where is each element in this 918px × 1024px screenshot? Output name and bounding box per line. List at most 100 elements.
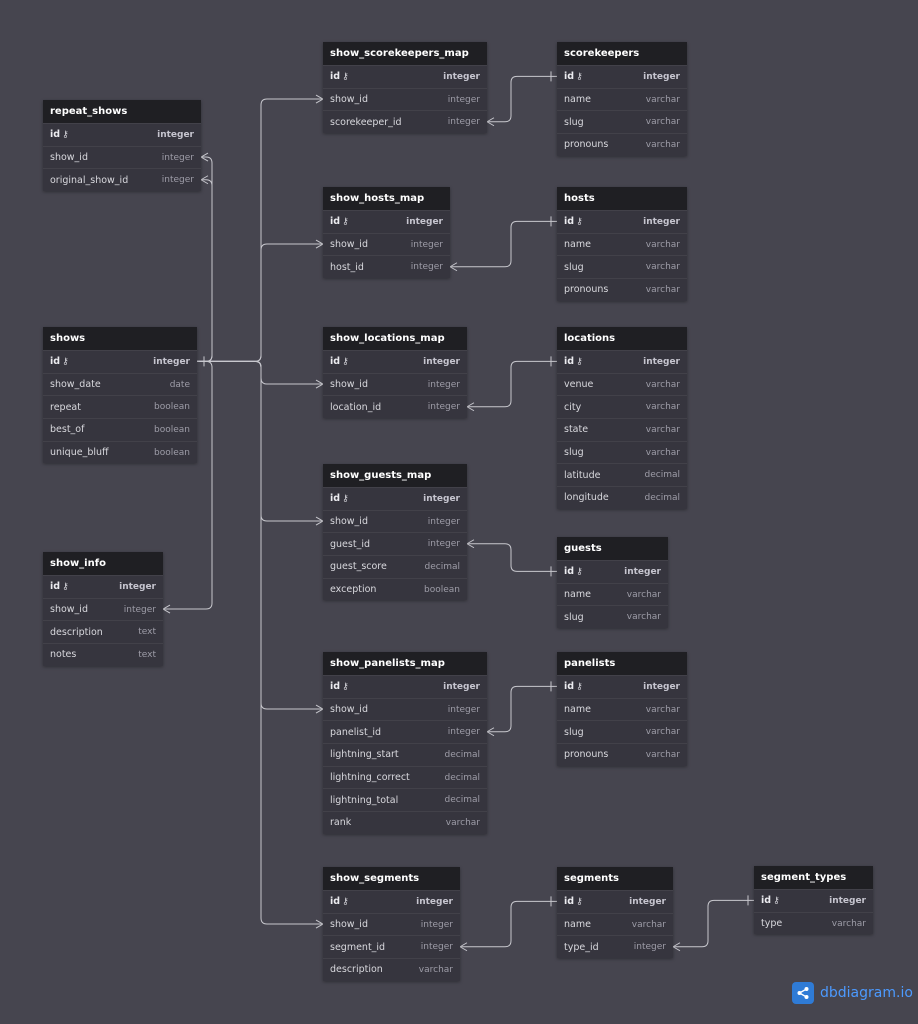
table-header[interactable]: hosts (557, 187, 687, 210)
column-row[interactable]: id ⚷ integer (43, 350, 197, 373)
table-header[interactable]: segment_types (754, 866, 873, 889)
column-row[interactable]: slug varchar (557, 440, 687, 464)
table-show-locations-map[interactable]: show_locations_map id ⚷ integer show_id integ… (323, 327, 467, 419)
column-row[interactable]: id ⚷ integer (557, 890, 673, 913)
column-row[interactable]: description varchar (323, 958, 460, 981)
column-row[interactable]: pronouns varchar (557, 278, 687, 301)
column-row[interactable]: id ⚷ integer (323, 675, 487, 698)
table-header[interactable]: show_segments (323, 867, 460, 890)
column-row[interactable]: longitude decimal (557, 486, 687, 509)
table-shows[interactable]: shows id ⚷ integer show_date date repeat boolea… (43, 327, 197, 464)
column-row[interactable]: repeat boolean (43, 395, 197, 418)
table-locations[interactable]: locations id ⚷ integer venue varchar city varch… (557, 327, 687, 509)
column-row[interactable]: id ⚷ integer (323, 210, 450, 233)
table-header[interactable]: segments (557, 867, 673, 890)
table-scorekeepers[interactable]: scorekeepers id ⚷ integer name varchar slug var… (557, 42, 687, 156)
column-row[interactable]: id ⚷ integer (323, 890, 460, 913)
table-show-hosts-map[interactable]: show_hosts_map id ⚷ integer show_id integer ho… (323, 187, 450, 279)
column-row[interactable]: id ⚷ integer (754, 889, 873, 912)
column-row[interactable]: show_id integer (323, 232, 450, 256)
table-header[interactable]: guests (557, 537, 668, 560)
table-header[interactable]: panelists (557, 652, 687, 675)
table-show-guests-map[interactable]: show_guests_map id ⚷ integer show_id integer g… (323, 464, 467, 601)
column-row[interactable]: host_id integer (323, 255, 450, 278)
table-show-panelists-map[interactable]: show_panelists_map id ⚷ integer show_id integ… (323, 652, 487, 834)
column-row[interactable]: best_of boolean (43, 418, 197, 441)
column-row[interactable]: id ⚷ integer (557, 210, 687, 233)
column-row[interactable]: id ⚷ integer (323, 487, 467, 510)
column-row[interactable]: unique_bluff boolean (43, 440, 197, 464)
table-header[interactable]: show_hosts_map (323, 187, 450, 210)
table-hosts[interactable]: hosts id ⚷ integer name varchar slug varchar pro… (557, 187, 687, 301)
table-segments[interactable]: segments id ⚷ integer name varchar type_id inte… (557, 867, 673, 959)
column-row[interactable]: original_show_id integer (43, 168, 201, 191)
column-row[interactable]: show_id integer (323, 697, 487, 721)
column-row[interactable]: slug varchar (557, 110, 687, 133)
column-row[interactable]: type varchar (754, 911, 873, 935)
column-type: integer (123, 604, 156, 615)
table-header[interactable]: locations (557, 327, 687, 350)
column-row[interactable]: id ⚷ integer (557, 65, 687, 88)
column-row[interactable]: lightning_start decimal (323, 743, 487, 766)
column-row[interactable]: type_id integer (557, 935, 673, 958)
table-segment-types[interactable]: segment_types id ⚷ integer type varchar (754, 866, 873, 935)
table-header[interactable]: repeat_shows (43, 100, 201, 123)
column-row[interactable]: notes text (43, 643, 163, 666)
column-type: boolean (154, 424, 190, 435)
table-header[interactable]: scorekeepers (557, 42, 687, 65)
table-header[interactable]: show_locations_map (323, 327, 467, 350)
column-row[interactable]: guest_id integer (323, 532, 467, 555)
table-show-info[interactable]: show_info id ⚷ integer show_id integer descrip… (43, 552, 163, 666)
column-row[interactable]: id ⚷ integer (557, 675, 687, 698)
table-show-scorekeepers-map[interactable]: show_scorekeepers_map id ⚷ integer show_id in… (323, 42, 487, 134)
column-row[interactable]: id ⚷ integer (323, 65, 487, 88)
column-row[interactable]: name varchar (557, 912, 673, 936)
column-row[interactable]: lightning_correct decimal (323, 765, 487, 789)
table-repeat-shows[interactable]: repeat_shows id ⚷ integer show_id integer orig… (43, 100, 201, 192)
column-row[interactable]: exception boolean (323, 577, 467, 601)
column-row[interactable]: show_id integer (43, 145, 201, 169)
column-row[interactable]: venue varchar (557, 372, 687, 396)
column-row[interactable]: name varchar (557, 232, 687, 256)
column-type: varchar (445, 817, 480, 828)
table-header[interactable]: show_scorekeepers_map (323, 42, 487, 65)
column-row[interactable]: id ⚷ integer (323, 350, 467, 373)
column-row[interactable]: description text (43, 620, 163, 643)
column-row[interactable]: state varchar (557, 418, 687, 441)
column-row[interactable]: id ⚷ integer (43, 123, 201, 146)
column-row[interactable]: show_id integer (323, 912, 460, 936)
column-row[interactable]: show_id integer (323, 509, 467, 533)
column-row[interactable]: show_date date (43, 372, 197, 396)
table-show-segments[interactable]: show_segments id ⚷ integer show_id integer seg… (323, 867, 460, 981)
column-row[interactable]: city varchar (557, 395, 687, 418)
column-row[interactable]: id ⚷ integer (557, 350, 687, 373)
table-header[interactable]: shows (43, 327, 197, 350)
column-row[interactable]: id ⚷ integer (557, 560, 668, 583)
column-row[interactable]: latitude decimal (557, 463, 687, 486)
table-guests[interactable]: guests id ⚷ integer name varchar slug varchar (557, 537, 668, 629)
column-row[interactable]: name varchar (557, 87, 687, 111)
table-panelists[interactable]: panelists id ⚷ integer name varchar slug varcha… (557, 652, 687, 766)
column-row[interactable]: id ⚷ integer (43, 575, 163, 598)
table-header[interactable]: show_info (43, 552, 163, 575)
column-row[interactable]: scorekeeper_id integer (323, 110, 487, 133)
column-row[interactable]: name varchar (557, 697, 687, 721)
column-row[interactable]: slug varchar (557, 720, 687, 743)
column-row[interactable]: location_id integer (323, 395, 467, 418)
column-row[interactable]: slug varchar (557, 605, 668, 628)
column-row[interactable]: show_id integer (43, 597, 163, 621)
brand-logo[interactable]: dbdiagram.io (792, 982, 913, 1004)
column-row[interactable]: pronouns varchar (557, 743, 687, 766)
column-row[interactable]: guest_score decimal (323, 555, 467, 578)
column-row[interactable]: slug varchar (557, 255, 687, 278)
column-row[interactable]: show_id integer (323, 87, 487, 111)
column-row[interactable]: name varchar (557, 582, 668, 606)
column-row[interactable]: show_id integer (323, 372, 467, 396)
table-header[interactable]: show_guests_map (323, 464, 467, 487)
column-row[interactable]: lightning_total decimal (323, 788, 487, 811)
column-row[interactable]: rank varchar (323, 811, 487, 834)
column-row[interactable]: segment_id integer (323, 935, 460, 958)
column-row[interactable]: panelist_id integer (323, 720, 487, 743)
table-header[interactable]: show_panelists_map (323, 652, 487, 675)
column-row[interactable]: pronouns varchar (557, 133, 687, 156)
